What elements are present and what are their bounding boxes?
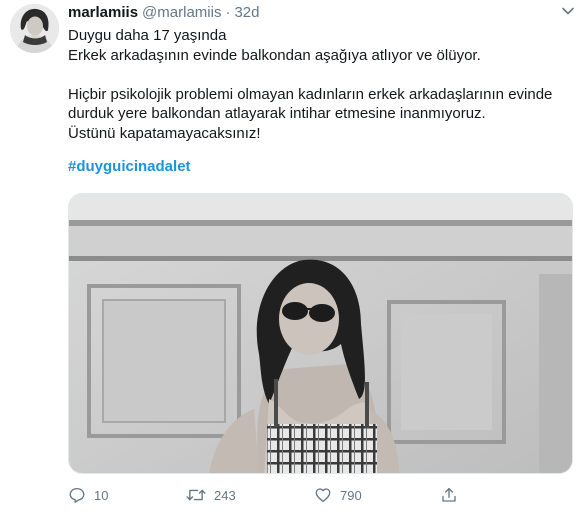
tweet[interactable]: marlamiis @marlamiis · 32d Duygu daha 17… (0, 0, 583, 515)
share-button[interactable] (440, 484, 458, 506)
photo-icon (69, 194, 572, 473)
timestamp[interactable]: 32d (234, 4, 259, 21)
tweet-line: Üstünü kapatamayacaksınız! (68, 124, 261, 142)
more-options-button[interactable] (561, 4, 575, 18)
retweet-button[interactable]: 243 (186, 484, 236, 506)
separator-dot: · (225, 4, 231, 21)
heart-icon (315, 488, 331, 503)
hashtag-link[interactable]: #duyguicinadalet (68, 158, 191, 175)
retweet-icon (186, 489, 206, 501)
share-icon (442, 487, 456, 502)
chevron-down-icon (562, 7, 574, 15)
reply-icon (69, 487, 85, 503)
reply-count: 10 (94, 487, 109, 503)
tweet-header: marlamiis @marlamiis · 32d (68, 4, 573, 24)
display-name[interactable]: marlamiis (68, 4, 138, 21)
handle[interactable]: @marlamiis (142, 4, 221, 21)
tweet-line: Erkek arkadaşının evinde balkondan aşağı… (68, 46, 481, 64)
avatar[interactable] (10, 4, 59, 53)
tweet-line: Duygu daha 17 yaşında (68, 27, 227, 44)
retweet-count: 243 (214, 487, 236, 503)
reply-button[interactable]: 10 (68, 484, 108, 506)
tweet-line: durduk yere balkondan atlayarak intihar … (68, 105, 486, 122)
tweet-actions: 10 243 790 (68, 484, 488, 506)
tweet-line: Hiçbir psikolojik problemi olmayan kadın… (68, 85, 553, 103)
avatar-photo-icon (10, 4, 59, 53)
tweet-photo[interactable] (68, 193, 573, 474)
tweet-text: Duygu daha 17 yaşında Erkek arkadaşının … (68, 26, 573, 143)
like-button[interactable]: 790 (314, 484, 362, 506)
like-count: 790 (340, 487, 362, 503)
